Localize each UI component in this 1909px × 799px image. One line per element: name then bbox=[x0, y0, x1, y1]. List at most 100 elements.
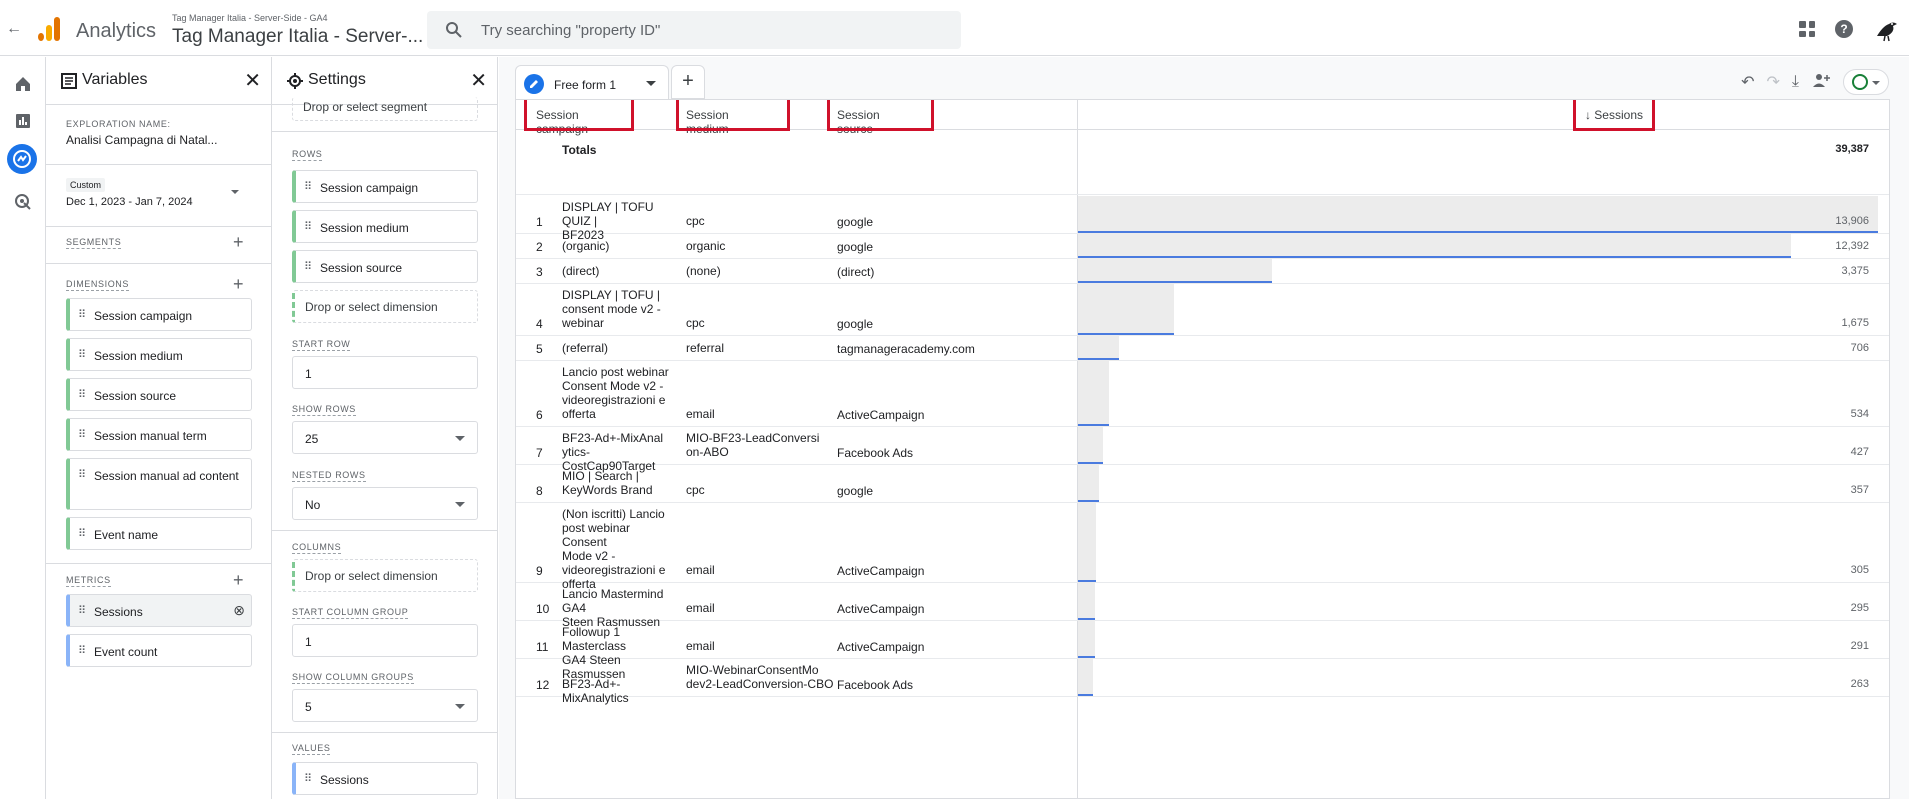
drag-handle-icon[interactable]: ⠿ bbox=[78, 604, 86, 617]
row-dimension-chip[interactable]: ⠿ Session campaign bbox=[292, 170, 478, 203]
metric-chip[interactable]: ⠿ Sessions ⊗ bbox=[66, 594, 252, 627]
avatar[interactable] bbox=[1873, 16, 1899, 42]
sessions-bar-line bbox=[1078, 424, 1109, 426]
back-arrow-icon[interactable]: ← bbox=[6, 20, 22, 38]
chevron-down-icon[interactable] bbox=[646, 81, 656, 86]
drag-handle-icon[interactable]: ⠿ bbox=[78, 428, 86, 441]
drag-handle-icon[interactable]: ⠿ bbox=[78, 468, 86, 481]
date-range-picker[interactable]: Custom Dec 1, 2023 - Jan 7, 2024 bbox=[66, 178, 239, 212]
sessions-bar bbox=[1078, 196, 1878, 234]
cell-session-source: google bbox=[837, 240, 874, 254]
pencil-icon bbox=[524, 74, 544, 94]
dimension-chip[interactable]: ⠿ Session manual ad content bbox=[66, 458, 252, 510]
table-row[interactable]: 8 MIO | Search | KeyWords Brand cpc google 35… bbox=[516, 465, 1889, 503]
value-metric-chip[interactable]: ⠿ Sessions bbox=[292, 762, 478, 795]
table-row[interactable]: 2 (organic) organic google 12,392 bbox=[516, 234, 1889, 259]
row-dimension-chip[interactable]: ⠿ Session medium bbox=[292, 210, 478, 243]
table-row[interactable]: 6 Lancio post webinar Consent Mode v2 - vid… bbox=[516, 361, 1889, 427]
table-row[interactable]: 9 (Non iscritti) Lancio post webinar Conse… bbox=[516, 503, 1889, 591]
close-settings-icon[interactable]: ✕ bbox=[470, 68, 487, 93]
drag-handle-icon[interactable]: ⠿ bbox=[78, 348, 86, 361]
drop-column-dimension[interactable]: Drop or select dimension bbox=[292, 559, 478, 592]
drop-row-dimension[interactable]: Drop or select dimension bbox=[292, 290, 478, 323]
row-number: 11 bbox=[536, 640, 549, 654]
dimension-chip[interactable]: ⠿ Session source bbox=[66, 378, 252, 411]
property-name[interactable]: Tag Manager Italia - Server-... bbox=[172, 26, 423, 48]
start-row-label: START ROW bbox=[292, 339, 351, 351]
totals-value: 39,387 bbox=[1835, 143, 1869, 155]
reports-icon[interactable] bbox=[13, 111, 33, 131]
analytics-logo[interactable] bbox=[38, 17, 60, 41]
home-icon[interactable] bbox=[13, 74, 33, 94]
remove-metric-icon[interactable]: ⊗ bbox=[233, 602, 245, 619]
rows-label: ROWS bbox=[292, 149, 323, 161]
cell-session-medium: organic bbox=[686, 239, 726, 253]
close-variables-icon[interactable]: ✕ bbox=[244, 68, 261, 93]
cell-session-medium: email bbox=[686, 639, 715, 653]
start-column-group-input[interactable]: 1 bbox=[292, 624, 478, 657]
table-row[interactable]: 12 BF23-Ad+-MixAnalytics MIO-WebinarConsen… bbox=[516, 659, 1889, 705]
add-metric-icon[interactable]: + bbox=[233, 571, 244, 589]
table-row[interactable]: 1 DISPLAY | TOFU QUIZ | BF2023 cpc google 13,… bbox=[516, 196, 1889, 242]
cell-session-medium: email bbox=[686, 407, 715, 421]
cell-session-campaign: MIO | Search | KeyWords Brand bbox=[562, 469, 653, 497]
add-dimension-icon[interactable]: + bbox=[233, 275, 244, 293]
start-row-input[interactable]: 1 bbox=[292, 356, 478, 389]
dimension-chip[interactable]: ⠿ Event name bbox=[66, 517, 252, 550]
add-tab-button[interactable]: + bbox=[671, 65, 705, 99]
show-column-groups-select[interactable]: 5 bbox=[292, 689, 478, 722]
chevron-down-icon bbox=[455, 502, 465, 507]
row-number: 6 bbox=[536, 408, 543, 422]
redo-icon[interactable]: ↷ bbox=[1767, 72, 1780, 92]
row-number: 3 bbox=[536, 265, 543, 279]
tab-free-form[interactable]: Free form 1 bbox=[515, 65, 669, 99]
date-preset-label: Custom bbox=[66, 178, 106, 192]
drag-handle-icon[interactable]: ⠿ bbox=[304, 772, 312, 785]
drag-handle-icon[interactable]: ⠿ bbox=[78, 644, 86, 657]
undo-icon[interactable]: ↶ bbox=[1741, 72, 1754, 92]
exploration-name-input[interactable]: Analisi Campagna di Natal... bbox=[66, 133, 217, 147]
share-icon[interactable] bbox=[1811, 72, 1831, 93]
cell-session-medium: (none) bbox=[686, 264, 721, 278]
download-icon[interactable]: ⤓ bbox=[1792, 73, 1799, 91]
apps-grid-icon[interactable] bbox=[1799, 21, 1815, 37]
account-path[interactable]: Tag Manager Italia - Server-Side - GA4 bbox=[172, 13, 328, 23]
status-check-button[interactable] bbox=[1843, 69, 1889, 95]
advertising-icon[interactable] bbox=[13, 192, 33, 212]
nested-rows-select[interactable]: No bbox=[292, 487, 478, 520]
dimension-chip[interactable]: ⠿ Session medium bbox=[66, 338, 252, 371]
dimension-chip[interactable]: ⠿ Session manual term bbox=[66, 418, 252, 451]
dimension-chip[interactable]: ⠿ Session campaign bbox=[66, 298, 252, 331]
sessions-bar-line bbox=[1078, 231, 1878, 233]
cell-sessions-value: 706 bbox=[1850, 342, 1869, 354]
cell-sessions-value: 295 bbox=[1850, 602, 1869, 614]
highlight-box bbox=[676, 100, 790, 131]
drag-handle-icon[interactable]: ⠿ bbox=[304, 220, 312, 233]
cell-session-campaign: BF23-Ad+-MixAnalytics bbox=[562, 677, 629, 705]
table-row[interactable]: 11 Followup 1 Masterclass GA4 Steen Rasmus… bbox=[516, 621, 1889, 681]
row-number: 2 bbox=[536, 240, 543, 254]
search-bar[interactable]: Try searching "property ID" bbox=[427, 11, 961, 49]
add-segment-icon[interactable]: + bbox=[233, 233, 244, 251]
help-icon[interactable]: ? bbox=[1835, 20, 1853, 38]
drop-segment-target[interactable]: Drop or select segment bbox=[292, 97, 478, 121]
drag-handle-icon[interactable]: ⠿ bbox=[304, 260, 312, 273]
chevron-down-icon bbox=[231, 190, 239, 194]
drag-handle-icon[interactable]: ⠿ bbox=[78, 527, 86, 540]
table-row[interactable]: 10 Lancio Mastermind GA4 Steen Rasmussen em… bbox=[516, 583, 1889, 629]
drag-handle-icon[interactable]: ⠿ bbox=[304, 180, 312, 193]
table-row[interactable]: 4 DISPLAY | TOFU | consent mode v2 - webina… bbox=[516, 284, 1889, 336]
variables-panel: Variables ✕ EXPLORATION NAME: Analisi Ca… bbox=[46, 57, 272, 799]
row-dimension-chip[interactable]: ⠿ Session source bbox=[292, 250, 478, 283]
app-name[interactable]: Analytics bbox=[76, 20, 156, 43]
explore-icon[interactable] bbox=[7, 144, 37, 174]
drag-handle-icon[interactable]: ⠿ bbox=[78, 308, 86, 321]
table-row[interactable]: 7 BF23-Ad+-MixAnal ytics-CostCap90Target MI… bbox=[516, 427, 1889, 473]
drag-handle-icon[interactable]: ⠿ bbox=[78, 388, 86, 401]
table-row[interactable]: 5 (referral) referral tagmanageracademy.com… bbox=[516, 336, 1889, 361]
show-rows-select[interactable]: 25 bbox=[292, 421, 478, 454]
cell-session-campaign: Lancio post webinar Consent Mode v2 - vide… bbox=[562, 365, 669, 421]
sessions-bar-line bbox=[1078, 580, 1096, 582]
metric-chip[interactable]: ⠿ Event count bbox=[66, 634, 252, 667]
table-row[interactable]: 3 (direct) (none) (direct) 3,375 bbox=[516, 259, 1889, 284]
